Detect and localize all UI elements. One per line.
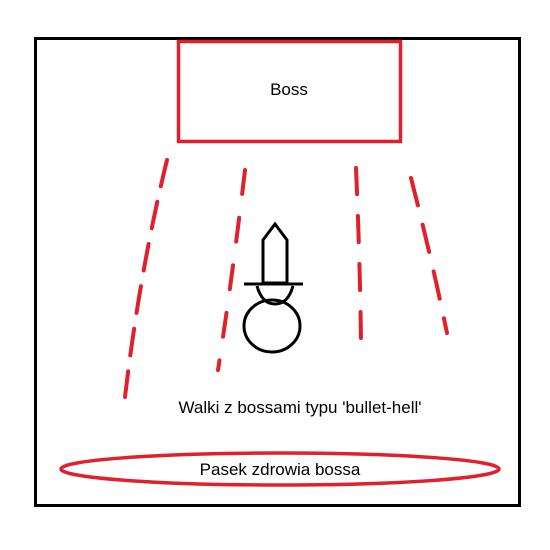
bullet-trail-center-right [354,166,363,344]
bullet-trail-far-right [409,176,449,335]
player-body-circle [242,298,302,354]
bullet-trail-center-left [216,168,247,372]
boss-label: Boss [270,80,308,99]
bullet-trail-far-left [123,158,169,399]
boss-health-bar-label: Pasek zdrowia bossa [199,460,361,479]
player-sword-icon [242,221,303,354]
concept-caption: Walki z bossami typu 'bullet-hell' [178,398,422,417]
arena-frame [34,37,521,507]
game-concept-sketch: Boss Walki z bossami typu 'bullet-hell' … [0,0,550,550]
sword-blade [261,221,289,285]
